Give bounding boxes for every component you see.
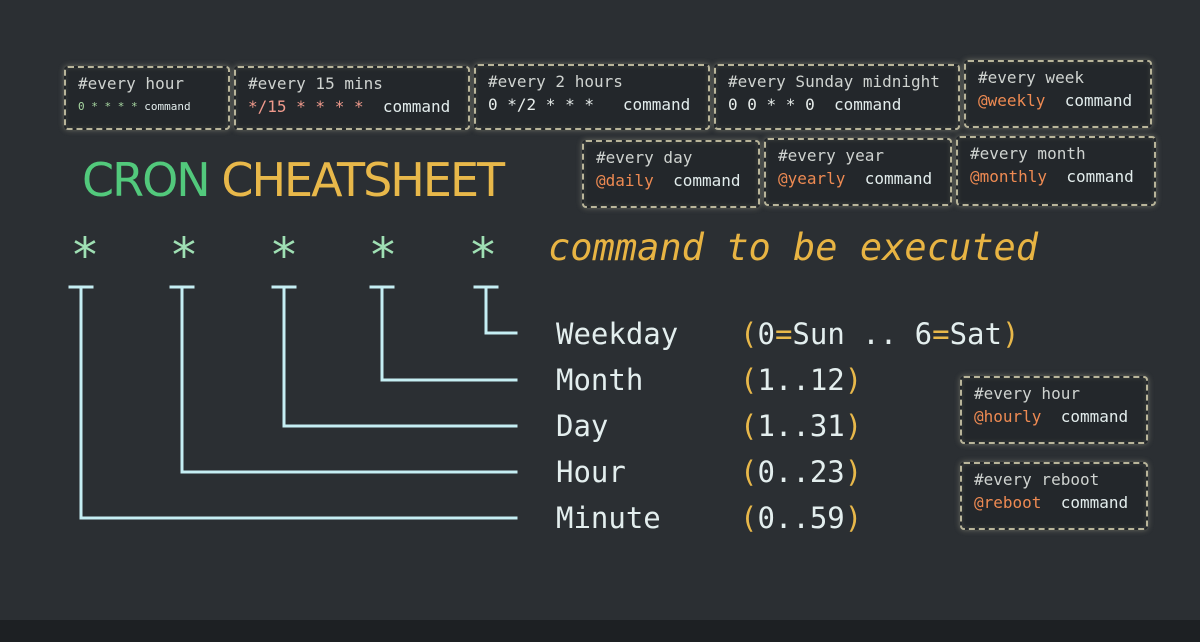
- star-hour: *: [170, 228, 199, 284]
- field-range-day: (1..31): [740, 409, 863, 443]
- card-every-reboot: #every reboot @reboot command: [960, 462, 1148, 530]
- field-label-month: Month: [556, 363, 644, 397]
- field-label-day: Day: [556, 409, 609, 443]
- card-command: command: [1060, 493, 1129, 512]
- command-tagline: command to be executed: [548, 226, 1039, 269]
- field-range-weekday: (0=Sun .. 6=Sat): [740, 317, 1020, 351]
- field-range-minute: (0..59): [740, 501, 863, 535]
- tree-branch-weekday: [484, 285, 518, 335]
- tree-branch-day: [282, 285, 518, 428]
- field-range-hour: (0..23): [740, 455, 863, 489]
- star-weekday: *: [469, 228, 498, 284]
- card-title: #every reboot: [974, 470, 1100, 489]
- star-month: *: [369, 228, 398, 284]
- star-day: *: [270, 228, 299, 284]
- field-range-month: (1..12): [740, 363, 863, 397]
- star-minute: *: [71, 228, 100, 284]
- card-command: command: [1060, 407, 1129, 426]
- field-label-weekday: Weekday: [556, 317, 679, 351]
- field-label-minute: Minute: [556, 501, 661, 535]
- card-expression: @reboot: [974, 493, 1042, 512]
- card-title: #every hour: [974, 384, 1080, 403]
- card-every-hour-hourly: #every hour @hourly command: [960, 376, 1148, 444]
- bottom-bar: [0, 620, 1200, 642]
- field-label-hour: Hour: [556, 455, 626, 489]
- card-expression: @hourly: [974, 407, 1042, 426]
- tree-branch-minute: [79, 285, 518, 520]
